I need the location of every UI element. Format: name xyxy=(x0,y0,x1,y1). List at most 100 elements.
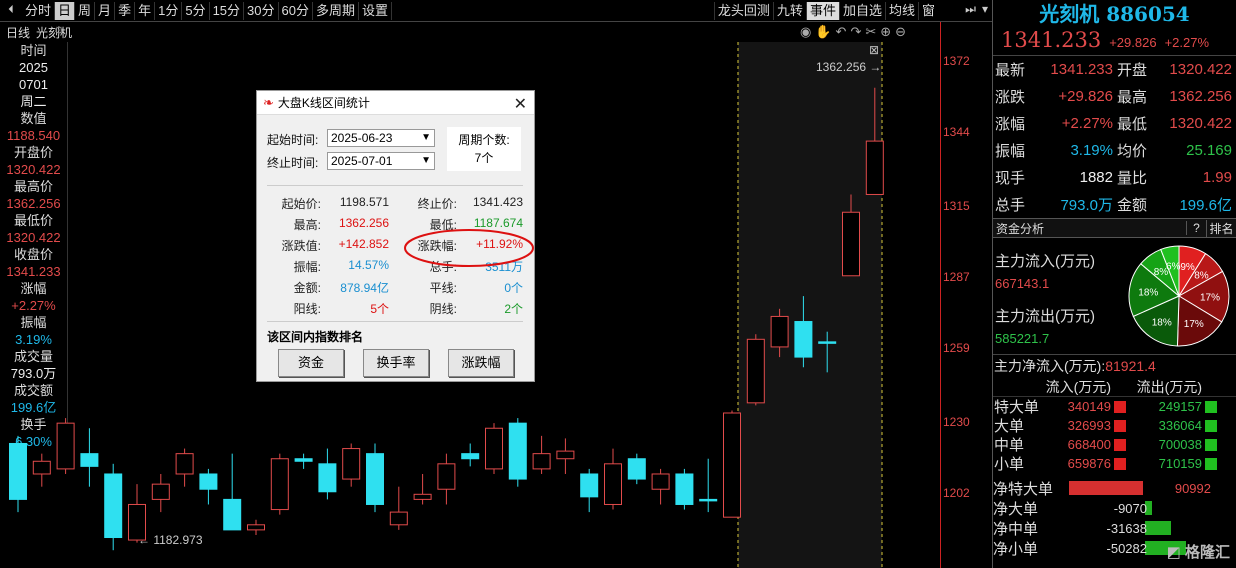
candle[interactable] xyxy=(723,410,741,518)
quote-label: 金额 xyxy=(1117,197,1148,214)
range-close-icon[interactable]: ⊠ xyxy=(869,43,879,57)
candle[interactable] xyxy=(56,418,75,474)
quote-label: 最新 xyxy=(995,62,1026,79)
flow-row-label: 中单 xyxy=(994,437,1025,454)
candle[interactable] xyxy=(32,453,51,487)
watermark-text: 格隆汇 xyxy=(1184,544,1230,561)
period-tab[interactable]: 30分 xyxy=(244,1,279,20)
candle[interactable] xyxy=(294,453,313,469)
period-tab[interactable]: 设置 xyxy=(359,1,392,20)
stat-value: 2个 xyxy=(504,302,523,316)
period-tab[interactable]: 月 xyxy=(95,1,116,20)
quote-row: 现手 1882 量比 1.99 xyxy=(993,164,1236,191)
net-inflow-row: 主力净流入(万元):81921.4 xyxy=(994,356,1156,376)
candle[interactable] xyxy=(80,428,99,487)
hand-icon[interactable]: ✋ xyxy=(815,24,831,40)
tool-button[interactable]: 均线 xyxy=(884,2,918,20)
net-flow-label: 净特大单 xyxy=(993,480,1054,498)
period-tab[interactable]: 5分 xyxy=(182,1,210,20)
net-flow-row: 净中单 -31638 xyxy=(993,518,1236,538)
candle[interactable] xyxy=(389,486,408,530)
period-tabs: 分时日周月季年 1分 5分 15分 30分 60分 多周期 设置 xyxy=(22,1,392,20)
candle[interactable] xyxy=(604,448,622,510)
price-tick-label: 1230 xyxy=(943,415,970,430)
flow-in-value: 659876 xyxy=(1067,456,1111,471)
candle[interactable] xyxy=(508,418,527,487)
pie-label: 18% xyxy=(1138,288,1158,299)
candle[interactable] xyxy=(270,453,289,515)
fund-rank-button[interactable]: 资金 xyxy=(278,349,344,377)
stat-label: 终止价: xyxy=(417,197,457,211)
eye-icon[interactable]: ◉ xyxy=(800,24,811,40)
price-tick-label: 1315 xyxy=(943,199,970,214)
quote-value: 1882 xyxy=(1079,169,1113,186)
candle[interactable] xyxy=(675,468,694,510)
period-tab[interactable]: 周 xyxy=(75,1,96,20)
quote-label: 最高 xyxy=(1117,89,1148,106)
candle[interactable] xyxy=(104,463,123,551)
flow-row-label: 大单 xyxy=(994,418,1025,435)
fund-analysis-title: 资金分析 xyxy=(996,221,1045,236)
period-tab[interactable]: 日 xyxy=(55,1,76,20)
tool-button[interactable]: 窗 xyxy=(917,2,938,20)
candle[interactable] xyxy=(175,448,194,487)
period-tab[interactable]: 1分 xyxy=(155,1,183,20)
period-tab[interactable]: 季 xyxy=(115,1,136,20)
candle[interactable] xyxy=(413,473,432,505)
tool-button[interactable]: 九转 xyxy=(772,2,806,20)
stat-label: 金额: xyxy=(293,281,321,295)
skip-icon[interactable]: ⏭ xyxy=(965,2,976,17)
candle[interactable] xyxy=(699,458,718,513)
candle[interactable] xyxy=(318,448,337,500)
end-time-select[interactable]: 2025-07-01 ▼ xyxy=(327,152,435,170)
period-tab[interactable]: 多周期 xyxy=(313,1,359,20)
candle[interactable] xyxy=(627,453,646,485)
rank-button[interactable]: 排名 xyxy=(1206,219,1236,237)
tool-button[interactable]: 龙头回测 xyxy=(713,2,773,20)
redo-icon[interactable]: ↷ xyxy=(850,24,861,40)
candle[interactable] xyxy=(342,443,361,487)
quote-value: 1362.256 xyxy=(1169,88,1232,105)
candle[interactable] xyxy=(437,453,456,505)
candle[interactable] xyxy=(485,423,503,474)
close-icon[interactable]: ✕ xyxy=(514,94,527,114)
tool-button[interactable]: 事件 xyxy=(805,2,839,20)
flow-out-value: 700038 xyxy=(1158,437,1202,452)
dropdown-icon[interactable]: ▾ xyxy=(982,2,988,17)
chart-period: 日线 xyxy=(6,25,31,40)
turnover-rank-button[interactable]: 换手率 xyxy=(363,349,429,377)
candle[interactable] xyxy=(746,334,765,406)
watermark-logo: ◩ 格隆汇 xyxy=(1167,541,1230,562)
period-tab[interactable]: 分时 xyxy=(22,1,56,20)
candle[interactable] xyxy=(580,468,599,513)
back-icon[interactable]: ⏴ xyxy=(0,1,22,21)
low-price-label: ← 1182.973 xyxy=(138,533,203,547)
start-time-label: 起始时间: xyxy=(267,133,319,147)
change-rank-button[interactable]: 涨跌幅 xyxy=(448,349,514,377)
candle[interactable] xyxy=(199,468,218,505)
price-axis: 1372 1344 1315 1287 1259 1230 1202 xyxy=(940,22,992,568)
outflow-header: 流出(万元) xyxy=(1136,379,1202,395)
candle[interactable] xyxy=(9,435,27,513)
settings-icon[interactable]: ⚙ xyxy=(54,24,64,37)
start-time-select[interactable]: 2025-06-23 ▼ xyxy=(327,129,435,147)
tool-button[interactable]: 加自选 xyxy=(838,2,885,20)
period-tab[interactable]: 15分 xyxy=(210,1,245,20)
candle[interactable] xyxy=(151,473,170,513)
candle[interactable] xyxy=(532,435,551,474)
candle[interactable] xyxy=(651,468,670,505)
flow-out-bar xyxy=(1205,457,1217,470)
zoom-in-icon[interactable]: ⊕ xyxy=(880,24,891,40)
help-button[interactable]: ? xyxy=(1186,221,1206,235)
zoom-out-icon[interactable]: ⊖ xyxy=(895,24,906,40)
candle[interactable] xyxy=(366,443,384,513)
period-tab[interactable]: 年 xyxy=(135,1,156,20)
candle[interactable] xyxy=(223,453,242,531)
stat-label: 平线: xyxy=(429,281,457,295)
period-tab[interactable]: 60分 xyxy=(279,1,313,20)
cross-tool-icon[interactable]: ✂ xyxy=(865,24,876,40)
candle[interactable] xyxy=(556,438,575,474)
candle[interactable] xyxy=(247,519,265,535)
candle[interactable] xyxy=(461,443,480,467)
undo-icon[interactable]: ↶ xyxy=(836,24,847,40)
